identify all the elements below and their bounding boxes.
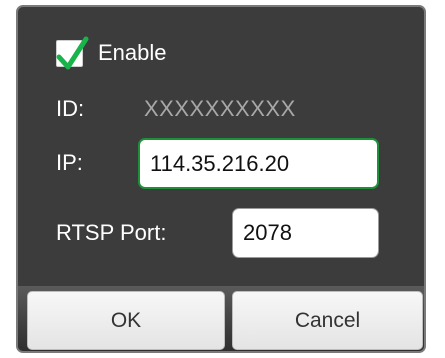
rtsp-settings-dialog: Enable ID: XXXXXXXXXX IP: RTSP Port: OK …: [16, 5, 426, 353]
ok-button[interactable]: OK: [27, 291, 225, 350]
rtsp-port-input[interactable]: [232, 208, 379, 258]
rtsp-port-label: RTSP Port:: [56, 220, 167, 245]
ip-label: IP:: [56, 150, 83, 175]
id-label: ID:: [56, 96, 85, 121]
checkmark-icon: [56, 36, 89, 70]
enable-checkbox[interactable]: [56, 36, 89, 70]
button-bar: OK Cancel: [18, 286, 424, 351]
enable-label: Enable: [98, 40, 167, 65]
cancel-button[interactable]: Cancel: [232, 291, 423, 350]
ip-input[interactable]: [138, 138, 379, 189]
id-value: XXXXXXXXXX: [144, 96, 296, 121]
